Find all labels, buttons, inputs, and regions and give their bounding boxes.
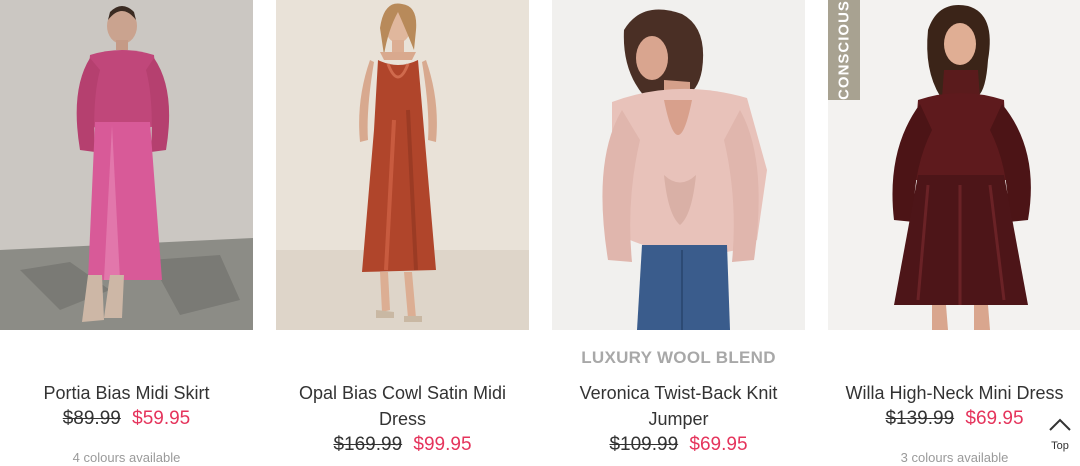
product-name[interactable]: Opal Bias Cowl Satin Midi Dress: [276, 380, 529, 432]
product-card: Opal Bias Cowl Satin Midi Dress $169.99 …: [276, 0, 529, 466]
product-price: $169.99 $99.95: [276, 434, 529, 456]
sale-price: $69.95: [689, 434, 748, 455]
back-to-top-label: Top: [1051, 440, 1069, 452]
product-image[interactable]: [0, 0, 253, 330]
product-image[interactable]: [552, 0, 805, 330]
feature-label: LUXURY WOOL BLEND: [581, 348, 776, 367]
product-price: $89.99 $59.95: [0, 408, 253, 430]
product-grid: Portia Bias Midi Skirt $89.99 $59.95 4 c…: [0, 0, 1080, 466]
product-name[interactable]: Willa High-Neck Mini Dress: [828, 380, 1080, 406]
product-price: $109.99 $69.95: [552, 434, 805, 456]
product-name[interactable]: Veronica Twist-Back Knit Jumper: [552, 380, 805, 432]
sale-price: $99.95: [413, 434, 472, 455]
sale-price: $69.95: [965, 408, 1024, 429]
product-card: LUXURY WOOL BLEND Veronica Twist-Back Kn…: [552, 0, 805, 466]
badge-label: CONSCIOUS: [835, 0, 853, 100]
product-photo-portia: [0, 0, 253, 330]
product-card: Portia Bias Midi Skirt $89.99 $59.95 4 c…: [0, 0, 253, 466]
original-price: $89.99: [62, 408, 121, 429]
original-price: $169.99: [333, 434, 403, 455]
product-photo-opal: [276, 0, 529, 330]
sale-price: $59.95: [132, 408, 191, 429]
product-card: CONSCIOUS Willa High-Neck Mini Dress $13…: [828, 0, 1080, 466]
product-photo-veronica: [552, 0, 805, 330]
colour-count[interactable]: 4 colours available: [0, 450, 253, 465]
original-price: $139.99: [885, 408, 955, 429]
original-price: $109.99: [609, 434, 679, 455]
product-image[interactable]: [828, 0, 1080, 330]
product-name[interactable]: Portia Bias Midi Skirt: [0, 380, 253, 406]
product-photo-willa: [828, 0, 1080, 330]
product-image[interactable]: [276, 0, 529, 330]
conscious-badge: CONSCIOUS: [828, 0, 860, 100]
back-to-top-button[interactable]: Top: [1040, 416, 1080, 456]
chevron-up-icon: [1049, 418, 1071, 431]
